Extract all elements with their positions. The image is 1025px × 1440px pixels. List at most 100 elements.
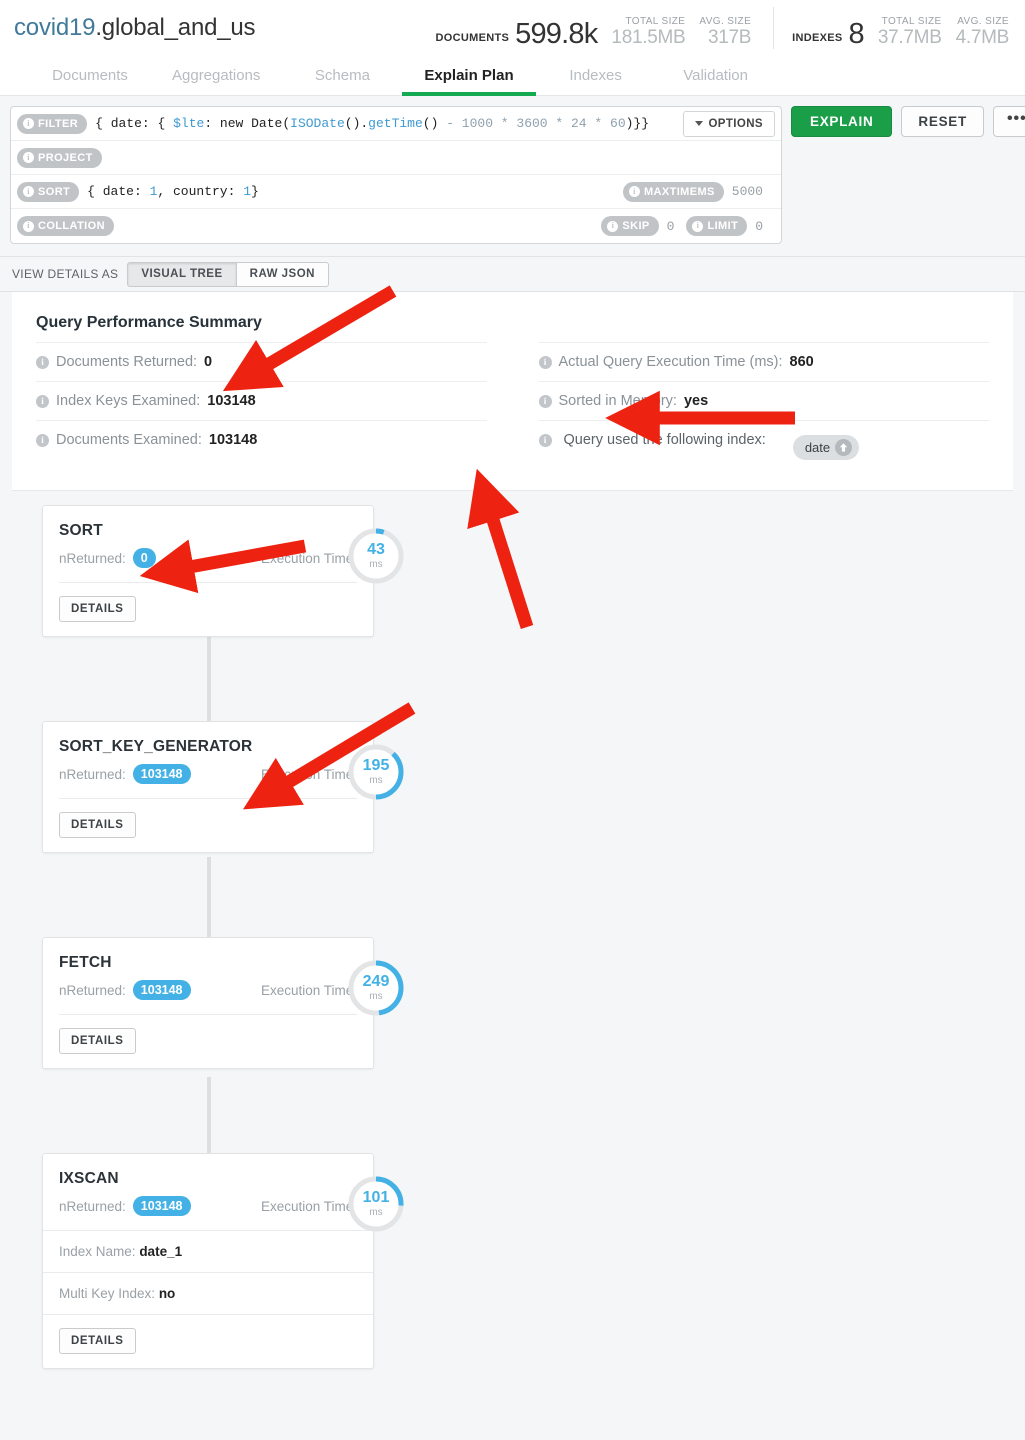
stage-connector (207, 857, 211, 947)
tab-schema[interactable]: Schema (282, 55, 402, 95)
stage-sort-nreturned-value: 0 (132, 548, 156, 568)
info-icon[interactable]: i (36, 433, 49, 447)
index-badge[interactable]: date (792, 435, 860, 460)
info-icon[interactable]: i (36, 394, 49, 408)
tab-documents[interactable]: Documents (30, 55, 150, 95)
stage-card-sort-key-generator[interactable]: SORT_KEY_GENERATOR nReturned: 103148 Exe… (42, 721, 404, 853)
view-details-bar: VIEW DETAILS AS VISUAL TREE RAW JSON (0, 257, 1025, 292)
info-icon: i (23, 118, 34, 129)
stage-skg-exec-label: Execution Time: (260, 766, 357, 782)
tab-aggregations-label: Aggregations (172, 66, 261, 84)
options-button[interactable]: OPTIONS (683, 110, 775, 137)
sort-pill[interactable]: i SORT (17, 181, 80, 202)
maxtimems-pill[interactable]: i MAXTIMEMS (622, 181, 724, 202)
filter-code-operator: $lte (173, 116, 205, 131)
limit-pill[interactable]: i LIMIT (686, 216, 748, 236)
view-mode-raw-json[interactable]: RAW JSON (236, 261, 329, 287)
filter-code-numbers: - 1000 * 3600 * 24 * 60 (446, 116, 626, 131)
tab-indexes[interactable]: Indexes (536, 55, 656, 95)
collation-pill[interactable]: i COLLATION (17, 216, 114, 236)
documents-total-size: TOTAL SIZE 181.5MB (611, 16, 685, 49)
stage-ixscan-meta: nReturned: 103148 Execution Time: (59, 1196, 357, 1230)
filter-code-p2: : new Date( (204, 116, 291, 131)
stage-sort-details-button[interactable]: DETAILS (59, 596, 136, 622)
info-icon[interactable]: i (36, 355, 49, 369)
stage-ixscan-details-button[interactable]: DETAILS (59, 1328, 136, 1354)
info-icon[interactable]: i (538, 355, 552, 369)
explain-plan-content: Query Performance Summary i Documents Re… (0, 292, 1025, 1369)
stage-skg-nreturned-value: 103148 (132, 764, 191, 784)
namespace-collection: global_and_us (101, 13, 256, 41)
stage-skg-exec-unit: ms (369, 775, 383, 786)
options-button-label: OPTIONS (708, 117, 763, 130)
skip-pill[interactable]: i SKIP (601, 216, 659, 236)
project-pill[interactable]: i PROJECT (17, 147, 102, 168)
info-icon[interactable]: i (538, 434, 552, 447)
query-row-sort: i SORT { date: 1, country: 1} i MAXTIMEM… (11, 175, 781, 209)
stage-sort-details-wrap: DETAILS (43, 583, 373, 636)
skip-pill-label: SKIP (622, 220, 650, 232)
stage-ixscan-exec-ms: 101 (362, 1189, 390, 1206)
filter-input[interactable]: { date: { $lte: new Date(ISODate().getTi… (95, 116, 649, 131)
stage-skg-details-button[interactable]: DETAILS (59, 812, 136, 838)
stage-fetch-details-button[interactable]: DETAILS (59, 1028, 136, 1054)
indexes-total-size-value: 37.7MB (877, 26, 942, 48)
view-mode-visual-tree[interactable]: VISUAL TREE (127, 261, 237, 287)
stage-skg-meta: nReturned: 103148 Execution Time: (59, 764, 357, 798)
documents-returned-label: Documents Returned: (56, 354, 198, 370)
stage-fetch-execution-donut: 249 ms (346, 958, 406, 1018)
tab-explain-plan-label: Explain Plan (424, 66, 514, 84)
stats-divider (773, 6, 775, 49)
stage-skg-body: SORT_KEY_GENERATOR nReturned: 103148 Exe… (43, 722, 373, 798)
skip-input[interactable]: 0 (667, 219, 675, 234)
stage-skg-exec-readout: 195 ms (346, 742, 406, 802)
stage-card-fetch[interactable]: FETCH nReturned: 103148 Execution Time: … (42, 937, 404, 1069)
stage-sort-execution-donut: 43 ms (346, 526, 406, 586)
summary-documents-examined: i Documents Examined: 103148 (36, 420, 487, 459)
filter-pill[interactable]: i FILTER (17, 113, 88, 134)
stage-fetch-meta: nReturned: 103148 Execution Time: (59, 980, 357, 1014)
info-icon: i (23, 186, 34, 197)
index-used-label: Query used the following index: (563, 432, 766, 448)
stage-ixscan-execution-donut: 101 ms (346, 1174, 406, 1234)
query-row-collation: i COLLATION i SKIP 0 i LIMIT 0 (11, 209, 781, 243)
chevron-down-icon (695, 121, 704, 126)
collation-row-right: i SKIP 0 i LIMIT 0 (601, 216, 775, 236)
filter-code-p3: (). (344, 116, 369, 131)
indexes-stat: INDEXES 8 TOTAL SIZE 37.7MB AVG. SIZE 4.… (792, 16, 1009, 49)
explain-button[interactable]: EXPLAIN (791, 106, 893, 137)
stage-skg-details-wrap: DETAILS (43, 799, 373, 852)
tab-validation[interactable]: Validation (656, 55, 776, 95)
tab-indexes-label: Indexes (569, 66, 622, 84)
stage-ixscan-body: IXSCAN nReturned: 103148 Execution Time: (43, 1154, 373, 1230)
stage-ixscan-index-name-label: Index Name: (59, 1244, 136, 1259)
stage-connector (207, 637, 211, 727)
documents-avg-size: AVG. SIZE 317B (699, 16, 751, 49)
query-box: i FILTER { date: { $lte: new Date(ISODat… (10, 106, 782, 244)
maxtimems-input[interactable]: 5000 (732, 184, 763, 199)
reset-button[interactable]: RESET (901, 106, 984, 137)
filter-code-p1: { date: { (95, 116, 174, 131)
query-row-filter: i FILTER { date: { $lte: new Date(ISODat… (11, 107, 781, 141)
tab-explain-plan[interactable]: Explain Plan (402, 55, 536, 96)
info-icon[interactable]: i (538, 394, 552, 408)
indexes-total-size: TOTAL SIZE 37.7MB (878, 16, 942, 49)
limit-input[interactable]: 0 (755, 219, 763, 234)
summary-column-right: i Actual Query Execution Time (ms): 860 … (513, 342, 989, 464)
summary-sorted-in-memory: i Sorted in Memory: yes (538, 381, 989, 420)
project-pill-label: PROJECT (38, 151, 93, 164)
sort-input[interactable]: { date: 1, country: 1} (87, 184, 259, 199)
index-keys-examined-value: 103148 (207, 393, 256, 409)
more-options-button[interactable]: ••• (992, 106, 1025, 137)
stage-ixscan-multikey-value: no (158, 1286, 176, 1301)
stage-card-sort[interactable]: SORT nReturned: 0 Execution Time: DETAIL… (42, 505, 404, 637)
stage-ixscan-exec-readout: 101 ms (346, 1174, 406, 1234)
maxtimems-pill-label: MAXTIMEMS (643, 185, 715, 198)
sorted-in-memory-value: yes (683, 393, 709, 409)
stage-card-ixscan[interactable]: IXSCAN nReturned: 103148 Execution Time:… (42, 1153, 404, 1369)
indexes-avg-size: AVG. SIZE 4.7MB (956, 16, 1010, 49)
summary-index-used: i Query used the following index: date (538, 420, 989, 464)
documents-returned-value: 0 (204, 354, 213, 370)
tab-aggregations[interactable]: Aggregations (150, 55, 282, 95)
stage-sort-exec-unit: ms (369, 559, 383, 570)
